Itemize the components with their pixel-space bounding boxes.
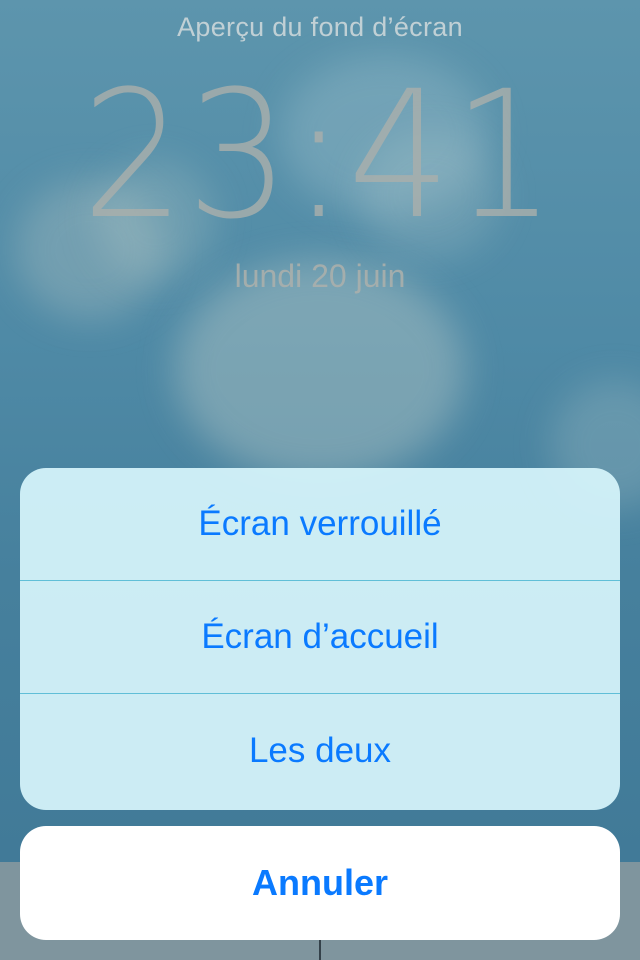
lock-screen-clock: 23:41 bbox=[0, 68, 640, 244]
set-home-screen-button[interactable]: Écran d’accueil bbox=[20, 581, 620, 694]
cancel-button[interactable]: Annuler bbox=[20, 826, 620, 940]
set-both-button[interactable]: Les deux bbox=[20, 694, 620, 808]
wallpaper-preview-screen: Aperçu du fond d’écran 23:41 lundi 20 ju… bbox=[0, 0, 640, 960]
lock-screen-date: lundi 20 juin bbox=[234, 258, 406, 294]
set-lock-screen-button[interactable]: Écran verrouillé bbox=[20, 468, 620, 581]
preview-title: Aperçu du fond d’écran bbox=[177, 12, 463, 42]
clock-time: 23:41 bbox=[82, 53, 558, 258]
action-sheet: Écran verrouillé Écran d’accueil Les deu… bbox=[20, 468, 620, 810]
